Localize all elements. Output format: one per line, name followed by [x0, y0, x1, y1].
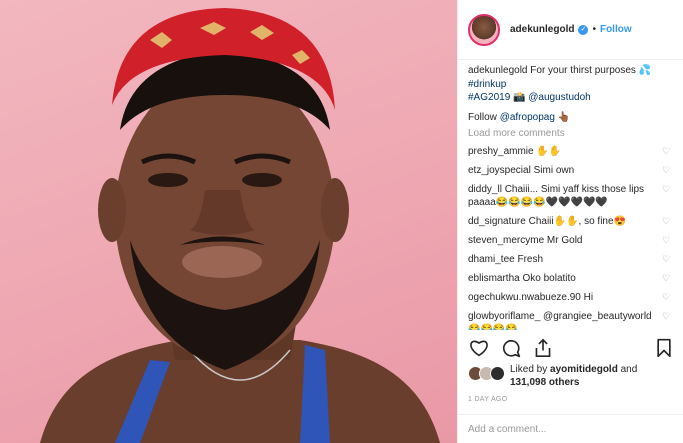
- comment-item: diddy_ll Chaiii... Simi yaff kiss those …: [468, 183, 673, 209]
- comment-item: etz_joyspecial Simi own ♡: [468, 164, 673, 177]
- follow-button[interactable]: Follow: [600, 24, 632, 35]
- comment-username[interactable]: eblismartha: [468, 273, 520, 284]
- camera-emoji: 📸: [513, 92, 526, 103]
- caption-username[interactable]: adekunlegold: [468, 65, 528, 76]
- caption-text: For your thirst purposes 💦: [530, 65, 652, 76]
- heart-icon[interactable]: ♡: [662, 147, 671, 156]
- heart-icon[interactable]: ♡: [662, 236, 671, 245]
- comment-text: Mr Gold: [546, 235, 583, 246]
- comment-text: Oko bolatito: [522, 273, 576, 284]
- heart-icon[interactable]: ♡: [662, 185, 671, 194]
- comment-text: Fresh: [517, 254, 544, 265]
- username-link[interactable]: adekunlegold: [510, 24, 574, 35]
- comment-icon: [502, 339, 521, 358]
- mention-link[interactable]: @augustudoh: [528, 92, 590, 103]
- comment-username[interactable]: glowbyoriflame_: [468, 311, 540, 322]
- follow-prefix: Follow: [468, 111, 497, 123]
- liked-and: and: [620, 364, 638, 375]
- comment-text: Simi own: [533, 165, 575, 176]
- comment-username[interactable]: ogechukwu.nwabueze.90: [468, 292, 581, 303]
- post-timestamp[interactable]: 1 DAY AGO: [468, 396, 507, 403]
- avatar[interactable]: [468, 13, 500, 46]
- like-button[interactable]: [468, 337, 490, 359]
- comment-username[interactable]: diddy_ll: [468, 184, 502, 195]
- follow-line: Follow @afropopag 👆🏾: [468, 111, 673, 125]
- separator-dot: •: [592, 24, 596, 35]
- hashtag-link[interactable]: #drinkup: [468, 79, 506, 90]
- heart-icon[interactable]: ♡: [662, 274, 671, 283]
- post-side-panel: adekunlegold ✓ • Follow adekunlegold For…: [457, 0, 683, 443]
- instagram-post-view: adekunlegold ✓ • Follow adekunlegold For…: [0, 0, 683, 443]
- follow-suffix: 👆🏾: [557, 111, 571, 123]
- comments-list[interactable]: adekunlegold For your thirst purposes 💦 …: [468, 64, 673, 330]
- share-button[interactable]: [532, 337, 554, 359]
- heart-icon[interactable]: ♡: [662, 312, 671, 321]
- post-caption: adekunlegold For your thirst purposes 💦 …: [468, 64, 673, 124]
- hashtag-link[interactable]: #AG2019: [468, 92, 510, 103]
- portrait-illustration: [40, 8, 440, 443]
- likes-summary: Liked by ayomitidegold and 131,098 other…: [468, 364, 675, 389]
- mention-link[interactable]: @afropopag: [500, 112, 555, 123]
- bookmark-icon: [657, 338, 671, 358]
- verified-badge-icon: ✓: [578, 24, 589, 35]
- likes-count-link[interactable]: 131,098 others: [510, 377, 580, 388]
- heart-icon[interactable]: ♡: [662, 293, 671, 302]
- liked-user-link[interactable]: ayomitidegold: [550, 364, 618, 375]
- add-comment-input[interactable]: Add a comment...: [458, 414, 683, 443]
- post-header: adekunlegold ✓ • Follow: [458, 0, 683, 60]
- liked-by-text: Liked by ayomitidegold and 131,098 other…: [510, 364, 637, 389]
- comment-item: glowbyoriflame_ @grangiee_beautyworld 😂😂…: [468, 310, 673, 330]
- comment-username[interactable]: steven_mercyme: [468, 235, 544, 246]
- liker-avatars: [468, 366, 510, 381]
- comment-username[interactable]: dhami_tee: [468, 254, 515, 265]
- comment-username[interactable]: dd_signature: [468, 216, 526, 227]
- comment-item: preshy_ammie ✋✋ ♡: [468, 145, 673, 158]
- comment-text: Hi: [583, 292, 594, 303]
- comment-username[interactable]: preshy_ammie: [468, 146, 534, 157]
- avatar[interactable]: [490, 366, 505, 381]
- heart-icon[interactable]: ♡: [662, 217, 671, 226]
- comment-item: eblismartha Oko bolatito ♡: [468, 272, 673, 285]
- share-icon: [535, 338, 551, 357]
- comment-item: dhami_tee Fresh ♡: [468, 253, 673, 266]
- comment-text: Chaiii✋✋, so fine😍: [528, 216, 626, 227]
- comment-item: ogechukwu.nwabueze.90 Hi ♡: [468, 291, 673, 304]
- comment-button[interactable]: [500, 337, 522, 359]
- comment-item: steven_mercyme Mr Gold ♡: [468, 234, 673, 247]
- comment-username[interactable]: etz_joyspecial: [468, 165, 531, 176]
- heart-icon[interactable]: ♡: [662, 255, 671, 264]
- heart-icon: [470, 340, 488, 357]
- comment-item: dd_signature Chaiii✋✋, so fine😍 ♡: [468, 215, 673, 228]
- action-bar: [468, 333, 675, 363]
- comment-text: ✋✋: [536, 146, 562, 157]
- load-more-comments-button[interactable]: Load more comments: [468, 128, 673, 139]
- save-button[interactable]: [653, 337, 675, 359]
- post-photo[interactable]: [0, 0, 457, 443]
- heart-icon[interactable]: ♡: [662, 166, 671, 175]
- liked-prefix: Liked by: [510, 364, 548, 375]
